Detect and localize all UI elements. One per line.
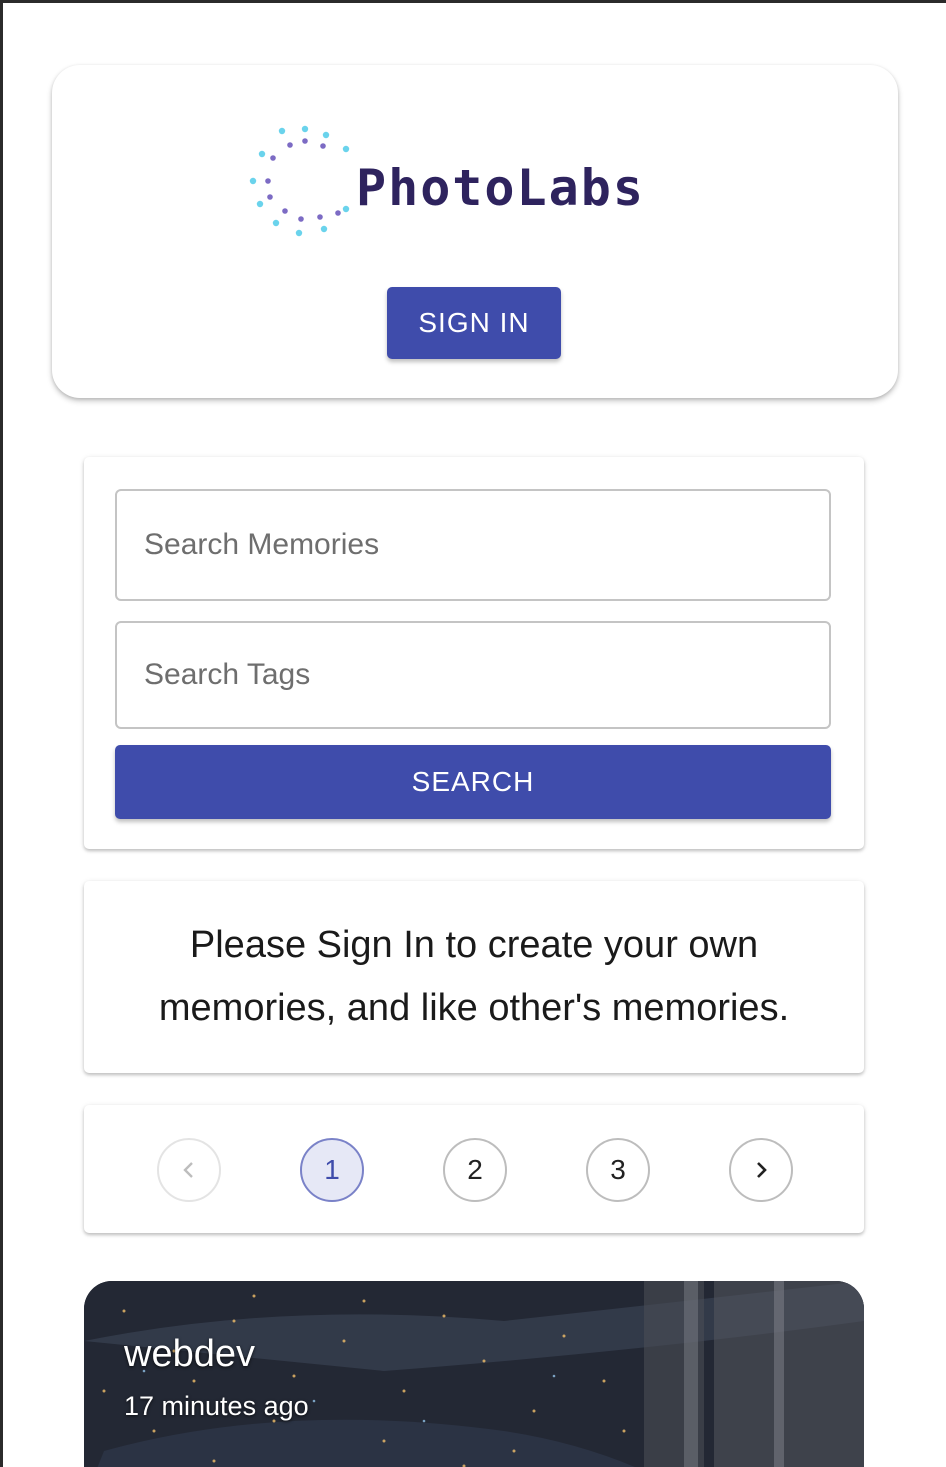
chevron-left-icon (183, 1162, 193, 1178)
sign-in-notice: Please Sign In to create your own memori… (84, 881, 864, 1073)
search-panel: SEARCH (84, 457, 864, 849)
memory-creator: webdev (124, 1333, 255, 1375)
chevron-right-icon (757, 1162, 767, 1178)
search-memories-input[interactable] (117, 491, 829, 599)
dotted-ring-logo-icon (249, 125, 350, 237)
page-button-1[interactable]: 1 (300, 1138, 364, 1202)
sign-in-button[interactable]: SIGN IN (387, 287, 561, 359)
search-tags-input[interactable] (117, 623, 829, 727)
memory-card[interactable]: webdev 17 minutes ago (84, 1281, 864, 1467)
app-bar: PhotoLabs SIGN IN (52, 65, 898, 398)
page-button-2[interactable]: 2 (443, 1138, 507, 1202)
memory-time: 17 minutes ago (124, 1391, 309, 1421)
previous-page-button[interactable] (157, 1138, 221, 1202)
pagination: 1 2 3 (84, 1105, 864, 1233)
search-button[interactable]: SEARCH (115, 745, 831, 819)
search-memories-field[interactable] (115, 489, 831, 601)
next-page-button[interactable] (729, 1138, 793, 1202)
brand[interactable]: PhotoLabs (248, 121, 708, 241)
search-tags-field[interactable] (115, 621, 831, 729)
sign-in-notice-text: Please Sign In to create your own memori… (158, 924, 790, 1029)
brand-name: PhotoLabs (356, 159, 645, 217)
page-button-3[interactable]: 3 (586, 1138, 650, 1202)
